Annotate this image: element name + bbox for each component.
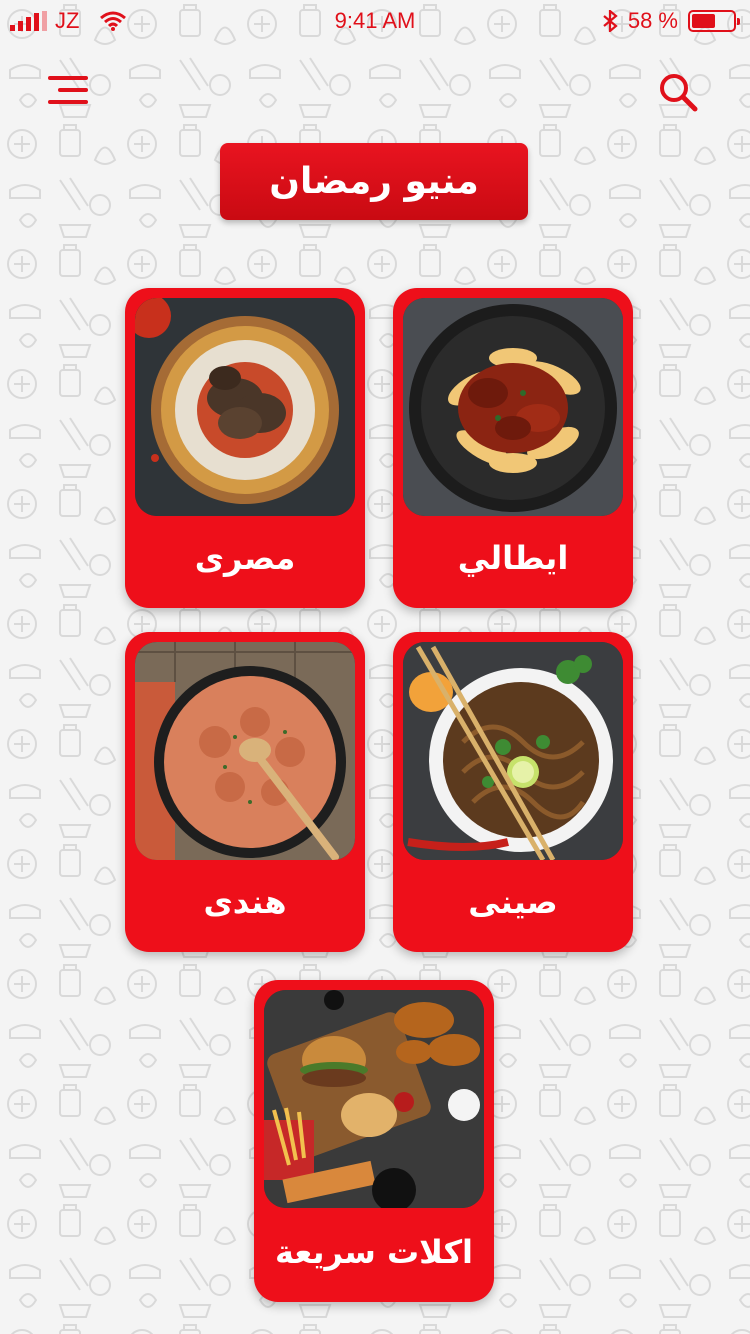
category-card-indian[interactable]: هندى: [125, 632, 365, 952]
chinese-noodles-image: [403, 642, 623, 860]
category-card-fast-food[interactable]: اكلات سريعة: [254, 980, 494, 1302]
indian-curry-image: [135, 642, 355, 860]
bluetooth-icon: [603, 10, 618, 32]
battery-percentage: 58 %: [627, 8, 678, 33]
italian-pasta-image: [403, 298, 623, 516]
category-card-chinese[interactable]: صينى: [393, 632, 633, 952]
category-label: مصرى: [194, 539, 296, 577]
egyptian-fatta-image: [135, 298, 355, 516]
status-bar: JZ 9:41 AM 58 %: [0, 0, 750, 42]
battery-icon: [688, 10, 740, 32]
fast-food-image: [264, 990, 484, 1208]
page-title-box: منيو رمضان: [220, 143, 528, 220]
search-icon[interactable]: [656, 70, 700, 114]
category-label: صينى: [468, 883, 558, 921]
category-label: اكلات سريعة: [274, 1233, 474, 1271]
status-right: 58 %: [602, 8, 740, 34]
battery-level-fill: [692, 14, 716, 28]
category-card-egyptian[interactable]: مصرى: [125, 288, 365, 608]
category-label: ايطالي: [457, 539, 569, 577]
page-title: منيو رمضان: [269, 161, 479, 202]
category-label: هندى: [203, 883, 287, 921]
hamburger-menu-icon[interactable]: [44, 74, 88, 108]
category-card-italian[interactable]: ايطالي: [393, 288, 633, 608]
